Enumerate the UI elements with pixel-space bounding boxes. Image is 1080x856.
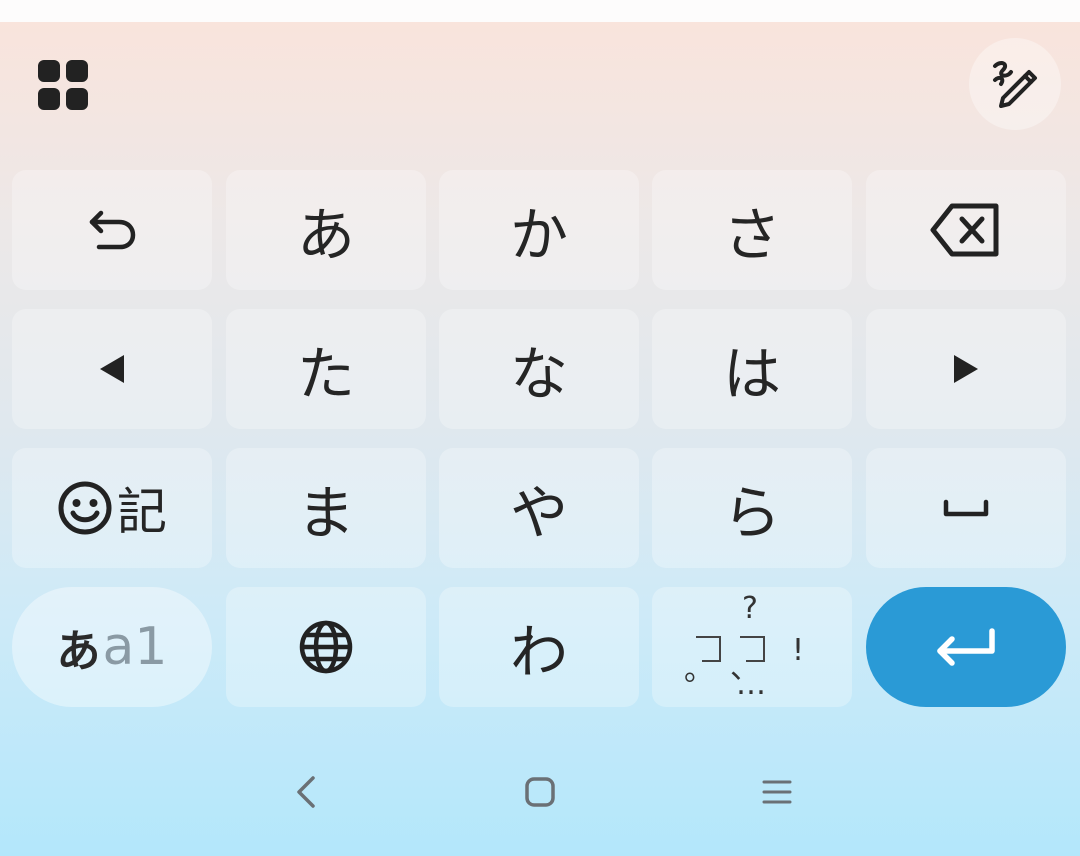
key-ya-label: や bbox=[509, 479, 568, 547]
handwriting-pen-icon bbox=[993, 61, 1037, 108]
space-icon bbox=[943, 499, 989, 517]
enter-icon bbox=[937, 628, 995, 666]
key-ma-label: ま bbox=[296, 479, 355, 547]
status-bar-strip bbox=[0, 0, 1080, 22]
key-na-label: な bbox=[509, 340, 568, 408]
symbols-label: 記 bbox=[117, 483, 167, 541]
cursor-right-key[interactable] bbox=[866, 309, 1066, 429]
arrow-right-icon bbox=[954, 355, 978, 383]
japanese-keyboard: あ か さ た な は 記 ま や ら あ a1 わ ? 。 、 ! … bbox=[0, 22, 1080, 856]
key-ra-label: ら bbox=[722, 479, 781, 547]
key-ma[interactable]: ま bbox=[226, 448, 426, 568]
backspace-icon bbox=[930, 203, 999, 257]
nav-back-button[interactable] bbox=[276, 762, 336, 822]
cursor-left-key[interactable] bbox=[12, 309, 212, 429]
grid-icon bbox=[38, 60, 88, 110]
apps-grid-button[interactable] bbox=[30, 52, 96, 118]
space-key[interactable] bbox=[866, 448, 1066, 568]
arrow-left-icon bbox=[100, 355, 124, 383]
mode-kana-label: あ bbox=[56, 626, 101, 677]
back-icon bbox=[297, 776, 315, 808]
language-switch-key[interactable] bbox=[226, 587, 426, 707]
key-sa-label: さ bbox=[722, 201, 781, 269]
question-mark-label: ? bbox=[742, 591, 758, 626]
recents-icon bbox=[762, 780, 792, 804]
key-a-label: あ bbox=[296, 201, 355, 269]
key-ya[interactable]: や bbox=[439, 448, 639, 568]
maru-label: 。 bbox=[684, 653, 714, 688]
key-wa-label: わ bbox=[509, 618, 568, 686]
key-sa[interactable]: さ bbox=[652, 170, 852, 290]
undo-icon bbox=[89, 210, 136, 250]
key-ha-label: は bbox=[722, 340, 781, 408]
key-ka[interactable]: か bbox=[439, 170, 639, 290]
exclamation-label: ! bbox=[792, 633, 805, 668]
mode-alpha-label: a1 bbox=[102, 617, 168, 677]
punctuation-key[interactable]: ? 。 、 ! … bbox=[652, 587, 852, 707]
enter-key[interactable] bbox=[866, 587, 1066, 707]
globe-icon bbox=[299, 620, 353, 674]
smiley-icon bbox=[58, 481, 112, 535]
key-na[interactable]: な bbox=[439, 309, 639, 429]
nav-home-button[interactable] bbox=[510, 762, 570, 822]
key-ta[interactable]: た bbox=[226, 309, 426, 429]
backspace-key[interactable] bbox=[866, 170, 1066, 290]
key-a[interactable]: あ bbox=[226, 170, 426, 290]
key-ha[interactable]: は bbox=[652, 309, 852, 429]
home-icon bbox=[525, 777, 555, 807]
key-ra[interactable]: ら bbox=[652, 448, 852, 568]
input-mode-toggle[interactable]: あ a1 bbox=[12, 587, 212, 707]
ellipsis-label: … bbox=[736, 667, 766, 702]
nav-recents-button[interactable] bbox=[747, 762, 807, 822]
emoji-symbols-key[interactable]: 記 bbox=[12, 448, 212, 568]
key-wa[interactable]: わ bbox=[439, 587, 639, 707]
key-ka-label: か bbox=[509, 201, 568, 269]
key-ta-label: た bbox=[296, 340, 355, 408]
undo-key[interactable] bbox=[12, 170, 212, 290]
handwriting-button[interactable] bbox=[969, 38, 1061, 130]
